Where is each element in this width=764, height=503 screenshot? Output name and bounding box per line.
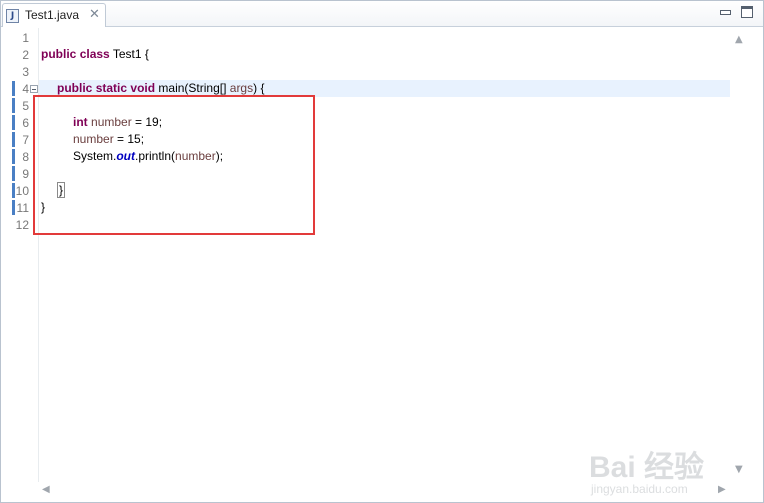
line-number: 8 [22,150,29,164]
code-text: Test1 { [109,47,149,61]
change-marker [12,132,15,147]
watermark-logo: Bai 经验 [589,451,705,484]
maximize-icon[interactable] [741,6,753,18]
keyword: public [57,81,93,95]
watermark-url: jingyan.baidu.com [591,482,688,496]
code-line-4: public static void main(String[] args) { [57,81,264,95]
code-line-2: public class Test1 { [41,47,149,61]
fold-toggle-icon[interactable] [30,85,38,93]
line-number: 2 [22,48,29,62]
keyword: public [41,47,77,61]
close-icon[interactable]: ✕ [89,7,100,22]
line-number: 1 [22,31,29,45]
java-file-icon: J [6,9,19,23]
change-marker [12,81,15,96]
keyword: static [95,81,128,95]
code-text: main(String[] [155,81,230,95]
change-marker [12,149,15,164]
line-number: 9 [22,167,29,181]
editor-window: J Test1.java ✕ 1 2 3 4 5 6 7 8 9 10 11 1… [0,0,764,503]
editor-tab-bar: J Test1.java ✕ [1,1,763,27]
vertical-ruler [1,28,13,482]
line-number: 6 [22,116,29,130]
line-number: 10 [15,184,29,198]
line-number: 3 [22,65,29,79]
scroll-left-icon[interactable]: ◀ [42,484,50,495]
change-marker [12,183,15,198]
change-marker [12,200,15,215]
scroll-up-icon[interactable]: ▲ [735,34,743,45]
scroll-down-icon[interactable]: ▼ [735,464,743,475]
change-marker [12,115,15,130]
tab-label: Test1.java [25,8,80,22]
code-text: ) { [253,81,265,95]
baidu-jingyan-watermark: Bai 经验 jingyan.baidu.com [589,442,729,502]
keyword: class [79,47,110,61]
code-editor[interactable]: 1 2 3 4 5 6 7 8 9 10 11 12 public class … [1,28,763,502]
line-number: 7 [22,133,29,147]
line-number: 4 [22,82,29,96]
vertical-scrollbar[interactable]: ▲ ▼ [730,28,747,482]
line-number: 12 [15,218,29,232]
red-annotation-box [33,95,315,235]
line-number: 5 [22,99,29,113]
keyword: void [130,81,156,95]
minimize-icon[interactable] [719,6,731,18]
change-marker [12,166,15,181]
line-number: 11 [16,201,29,215]
tab-test1-java[interactable]: J Test1.java ✕ [2,3,106,27]
change-marker [12,98,15,113]
parameter-name: args [229,81,254,95]
